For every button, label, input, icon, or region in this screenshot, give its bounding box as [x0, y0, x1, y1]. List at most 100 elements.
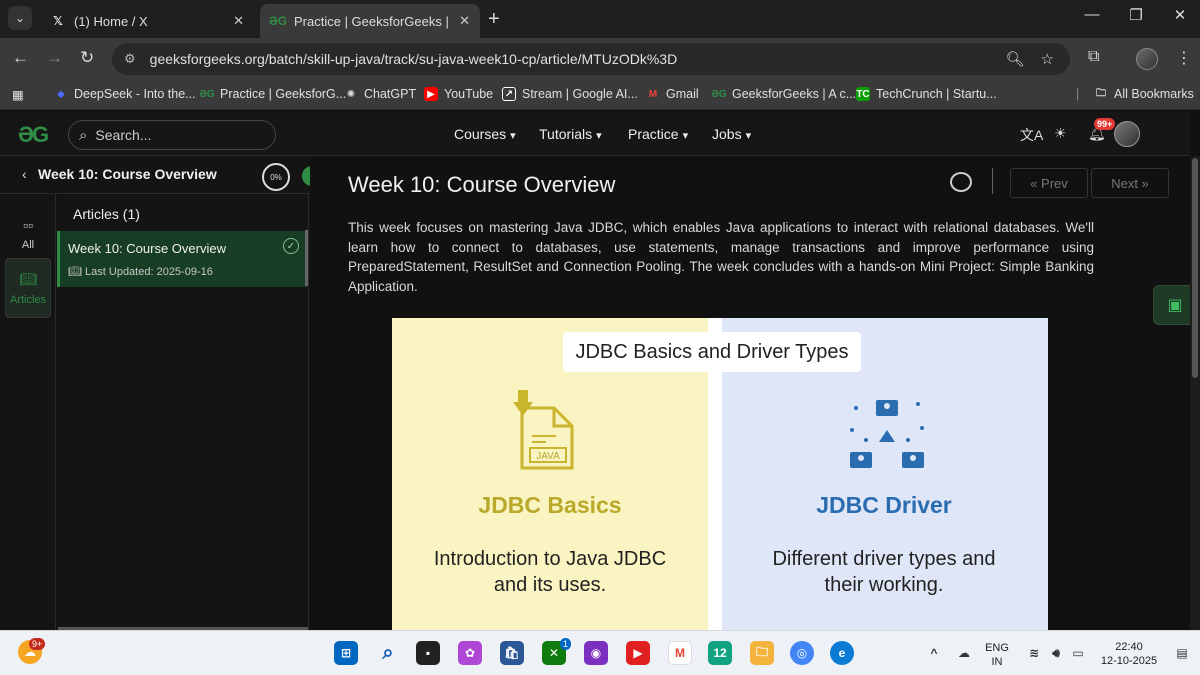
gfg-logo-icon[interactable]: ƏG — [18, 122, 49, 148]
close-window-button[interactable]: ✕ — [1160, 6, 1200, 24]
close-tab-icon[interactable]: ✕ — [233, 13, 244, 29]
scrollbar-thumb[interactable] — [1192, 158, 1198, 378]
youtube-icon: ▶ — [424, 87, 438, 101]
volume-icon[interactable]: 🔊︎ — [1044, 641, 1068, 665]
chevron-up-icon[interactable]: ^ — [922, 641, 946, 665]
bookmark-stream-google-ai[interactable]: ↗ Stream | Google AI... — [502, 87, 638, 101]
bookmark-deepseek[interactable]: ◆ DeepSeek - Into the... — [54, 87, 195, 101]
folder-icon: 🗀 — [1096, 87, 1106, 99]
tab-x-home[interactable]: 𝕏 (1) Home / X ✕ — [40, 4, 254, 38]
menu-courses[interactable]: Courses ▾ — [454, 126, 516, 142]
divider — [992, 168, 993, 194]
bookmark-gmail[interactable]: M Gmail — [646, 87, 699, 101]
translate-icon[interactable]: 文A — [1020, 125, 1043, 145]
tab-search-button[interactable]: ⌄ — [8, 6, 32, 30]
site-info-icon[interactable]: ⚙ — [124, 51, 136, 67]
rail-item-all[interactable]: ▫▫ All — [5, 204, 51, 264]
bookmark-star-icon[interactable]: ☆ — [1041, 50, 1054, 68]
clock[interactable]: 22:40 12-10-2025 — [1096, 640, 1162, 668]
theme-toggle-icon[interactable]: ☀ — [1054, 125, 1067, 142]
check-circle-icon: ✓ — [283, 238, 299, 254]
restore-button[interactable]: ❐ — [1116, 6, 1156, 24]
site-search-input[interactable]: ⌕ Search... — [68, 120, 276, 150]
list-item[interactable]: Week 10: Course Overview ✓ 📖︎ Last Updat… — [57, 231, 307, 287]
more-menu-icon[interactable]: ⋮ — [1176, 48, 1192, 68]
jdbc-driver-heading: JDBC Driver — [816, 492, 952, 518]
zoom-icon[interactable]: 🔍︎ — [1006, 50, 1025, 68]
copilot-icon[interactable]: ✿ — [458, 641, 482, 665]
battery-icon[interactable]: ▭ — [1066, 641, 1090, 665]
prev-label: Prev — [1041, 175, 1068, 191]
user-avatar[interactable] — [1114, 121, 1140, 147]
store-icon[interactable]: 🛍︎ — [500, 641, 524, 665]
extensions-icon[interactable]: ⧉ — [1088, 48, 1099, 66]
book-icon: 📖︎ — [68, 266, 86, 278]
search-icon[interactable]: ⌕ — [376, 641, 400, 665]
rail-label: Articles — [9, 293, 47, 306]
bookmark-label: Practice | GeeksforG... — [220, 87, 347, 101]
comment-icon[interactable] — [950, 172, 972, 192]
reload-button[interactable]: ↻ — [80, 48, 94, 68]
file-explorer-icon[interactable]: 🗀 — [750, 641, 774, 665]
menu-jobs[interactable]: Jobs ▾ — [712, 126, 751, 142]
gfg-logo-icon: ƏG — [268, 14, 288, 28]
url-text: geeksforgeeks.org/batch/skill-up-java/tr… — [149, 51, 678, 67]
bookmark-label: Stream | Google AI... — [522, 87, 638, 101]
start-button[interactable]: ⊞ — [334, 641, 358, 665]
tab-gfg-practice[interactable]: ƏG Practice | GeeksforGeeks | A co ✕ — [260, 4, 480, 38]
chat-icon: ▣ — [1167, 297, 1183, 314]
search-placeholder: Search... — [95, 127, 152, 143]
bookmark-techcrunch[interactable]: TC TechCrunch | Startu... — [856, 87, 997, 101]
forward-button[interactable]: → — [46, 48, 63, 68]
gmail-app-icon[interactable]: M — [668, 641, 692, 665]
clock-app-icon[interactable]: 12 — [708, 641, 732, 665]
all-bookmarks-button[interactable]: 🗀 All Bookmarks — [1094, 87, 1194, 101]
new-tab-button[interactable]: + — [488, 8, 500, 31]
page-scrollbar[interactable] — [1190, 156, 1200, 630]
youtube-app-icon[interactable]: ▶ — [626, 641, 650, 665]
prev-button[interactable]: « Prev — [1010, 168, 1088, 198]
task-view-icon[interactable]: ▪ — [416, 641, 440, 665]
notification-center-icon[interactable]: ▤ — [1170, 641, 1194, 665]
infographic-image: JDBC Basics and Driver Types JAVA JDBC B… — [392, 318, 1048, 630]
widget-badge: 9+ — [29, 638, 46, 650]
last-updated-text: Last Updated: 2025-09-16 — [85, 266, 213, 278]
menu-label: Jobs — [712, 126, 742, 142]
chevron-left-icon[interactable]: ‹ — [22, 166, 27, 182]
store-badge: 1 — [560, 638, 572, 650]
next-button[interactable]: Next » — [1091, 168, 1169, 198]
bookmark-gfg-practice[interactable]: ƏG Practice | GeeksforG... — [199, 87, 347, 101]
page-title: Week 10: Course Overview — [348, 172, 616, 197]
close-tab-icon[interactable]: ✕ — [459, 13, 470, 29]
edge-icon[interactable]: e — [830, 641, 854, 665]
navigation-bar: ← → ↻ ⚙ geeksforgeeks.org/batch/skill-up… — [0, 38, 1200, 80]
app-icon[interactable]: ◉ — [584, 641, 608, 665]
menu-label: Tutorials — [539, 126, 593, 142]
menu-tutorials[interactable]: Tutorials ▾ — [539, 126, 602, 142]
rail-item-articles[interactable]: 📖︎ Articles — [5, 258, 51, 318]
sidebar-title: Week 10: Course Overview — [38, 166, 217, 182]
menu-label: Practice — [628, 126, 679, 142]
chevron-down-icon: ▾ — [745, 130, 752, 142]
article-description: This week focuses on mastering Java JDBC… — [348, 220, 1094, 294]
sidebar-rail: ▫▫ All 📖︎ Articles — [0, 194, 56, 630]
menu-practice[interactable]: Practice ▾ — [628, 126, 688, 142]
bookmark-gfg[interactable]: ƏG GeeksforGeeks | A c... — [711, 87, 856, 101]
chrome-icon[interactable]: ◎ — [790, 641, 814, 665]
tab-title: Practice | GeeksforGeeks | A co — [294, 13, 451, 29]
list-scrollbar[interactable] — [305, 230, 308, 286]
jdbc-basics-heading: JDBC Basics — [478, 492, 622, 518]
gmail-icon: M — [648, 88, 658, 100]
bookmark-chatgpt[interactable]: ✺ ChatGPT — [344, 87, 416, 101]
language-indicator[interactable]: ENG IN — [982, 641, 1012, 669]
back-button[interactable]: ← — [12, 48, 29, 68]
profile-avatar[interactable] — [1136, 48, 1158, 70]
bookmarks-divider: | — [1076, 87, 1080, 101]
minimize-button[interactable]: — — [1072, 6, 1112, 23]
wifi-icon[interactable]: ≋ — [1022, 641, 1046, 665]
address-bar[interactable]: ⚙ geeksforgeeks.org/batch/skill-up-java/… — [112, 43, 1070, 75]
onedrive-icon[interactable]: ☁ — [952, 641, 976, 665]
chevron-down-icon: ▾ — [510, 130, 516, 142]
apps-grid-icon[interactable]: ▦ — [12, 87, 24, 102]
bookmark-youtube[interactable]: ▶ YouTube — [424, 87, 493, 101]
